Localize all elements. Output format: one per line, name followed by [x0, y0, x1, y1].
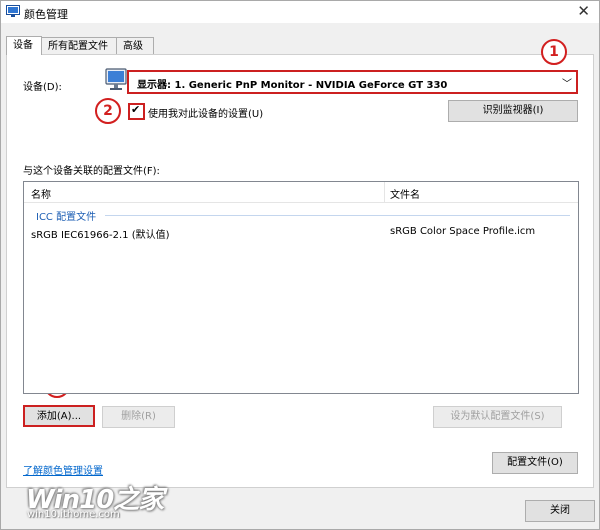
device-label: 设备(D):	[23, 82, 62, 93]
set-default-profile-button[interactable]: 设为默认配置文件(S)	[433, 406, 562, 428]
annotation-badge-2: 2	[95, 98, 121, 124]
device-dropdown-value: 显示器: 1. Generic PnP Monitor - NVIDIA GeF…	[137, 80, 448, 91]
group-divider	[105, 215, 570, 216]
profiles-list[interactable]: 名称 文件名 ICC 配置文件 sRGB IEC61966-2.1 (默认值) …	[23, 181, 579, 394]
profile-name-cell: sRGB IEC61966-2.1 (默认值)	[31, 230, 170, 241]
window-title: 颜色管理	[24, 8, 68, 21]
chevron-down-icon: ﹀	[562, 79, 572, 90]
device-dropdown[interactable]: 显示器: 1. Generic PnP Monitor - NVIDIA GeF…	[127, 70, 578, 94]
tab-devices[interactable]: 设备	[6, 36, 42, 55]
checkmark-icon: ✔	[131, 103, 141, 116]
watermark-url: win10.ithome.com	[27, 509, 120, 520]
profile-file-cell: sRGB Color Space Profile.icm	[390, 226, 536, 237]
color-management-window: 颜色管理 ✕ 设备 所有配置文件 高级 设备(D): 显示器: 1. Gener…	[0, 0, 600, 530]
close-button[interactable]: 关闭	[525, 500, 595, 522]
icc-profiles-group-label: ICC 配置文件	[36, 212, 97, 223]
close-window-icon[interactable]: ✕	[577, 2, 590, 20]
learn-color-management-link[interactable]: 了解颜色管理设置	[23, 462, 103, 477]
add-profile-button[interactable]: 添加(A)...	[23, 405, 95, 427]
monitor-icon	[105, 68, 127, 90]
remove-profile-button[interactable]: 删除(R)	[102, 406, 175, 428]
identify-monitors-button[interactable]: 识别监视器(I)	[448, 100, 578, 122]
profiles-button[interactable]: 配置文件(O)	[492, 452, 578, 474]
list-header: 名称 文件名	[24, 182, 578, 203]
color-management-app-icon	[6, 5, 20, 17]
tab-advanced[interactable]: 高级	[116, 37, 154, 54]
table-row[interactable]: sRGB IEC61966-2.1 (默认值) sRGB Color Space…	[24, 224, 578, 242]
tab-all-profiles[interactable]: 所有配置文件	[41, 37, 117, 54]
annotation-badge-1: 1	[541, 39, 567, 65]
column-header-name[interactable]: 名称	[31, 186, 51, 201]
profiles-section-label: 与这个设备关联的配置文件(F):	[23, 166, 160, 177]
use-my-settings-checkbox[interactable]: ✔	[128, 103, 145, 120]
title-bar: 颜色管理 ✕	[1, 1, 599, 23]
use-my-settings-label[interactable]: 使用我对此设备的设置(U)	[148, 105, 263, 120]
column-separator[interactable]	[384, 182, 385, 202]
column-header-filename[interactable]: 文件名	[390, 186, 420, 201]
